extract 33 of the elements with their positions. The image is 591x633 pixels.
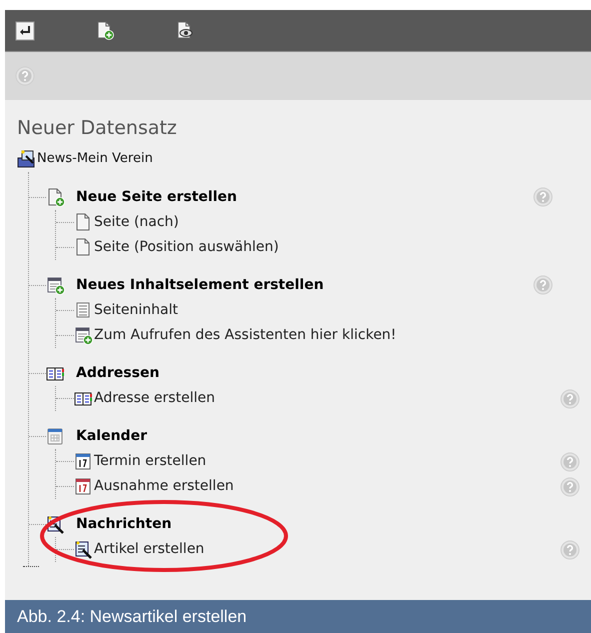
group-title: Neue Seite erstellen xyxy=(76,188,237,206)
help-icon[interactable] xyxy=(560,540,580,560)
tree-item-link[interactable]: Termin erstellen xyxy=(94,451,206,472)
group-title: Nachrichten xyxy=(76,514,172,534)
help-icon[interactable] xyxy=(560,452,580,472)
calendar-date-icon xyxy=(74,452,93,471)
return-arrow-icon[interactable] xyxy=(15,20,35,40)
help-icon[interactable] xyxy=(560,476,580,496)
page-heading: Neuer Datensatz xyxy=(17,116,177,140)
tree-item-link[interactable]: Seiteninhalt xyxy=(94,300,178,321)
calendar-icon xyxy=(46,426,65,446)
group-title: Addressen xyxy=(76,364,160,382)
tree-item-link[interactable]: Zum Aufrufen des Assistenten hier klicken! xyxy=(94,325,396,346)
figure-caption: Abb. 2.4: Newsartikel erstellen xyxy=(5,600,591,633)
notepad-pencil-icon xyxy=(46,514,65,534)
tree-root-label[interactable]: News-Mein Verein xyxy=(37,149,153,169)
group-title: Kalender xyxy=(76,426,147,446)
notepad-pencil-icon xyxy=(74,540,93,559)
tree-item-link[interactable]: Adresse erstellen xyxy=(94,388,215,409)
group-title: Neues Inhaltselement erstellen xyxy=(76,276,324,294)
tree-item-link[interactable]: Seite (nach) xyxy=(94,212,179,233)
help-icon[interactable] xyxy=(560,388,580,408)
page-plus-icon xyxy=(46,188,65,206)
tree-item-link[interactable]: Seite (Position auswählen) xyxy=(94,237,279,258)
help-icon[interactable] xyxy=(533,275,553,295)
page-plus-icon[interactable] xyxy=(95,20,115,40)
folder-icon xyxy=(17,150,36,168)
calendar-date-icon xyxy=(74,477,93,496)
tree-item-link[interactable]: Artikel erstellen xyxy=(94,539,204,560)
help-icon[interactable] xyxy=(533,187,553,207)
help-icon[interactable] xyxy=(15,66,35,86)
tree-item-link[interactable]: Ausnahme erstellen xyxy=(94,476,234,497)
page-eye-icon[interactable] xyxy=(175,20,195,40)
